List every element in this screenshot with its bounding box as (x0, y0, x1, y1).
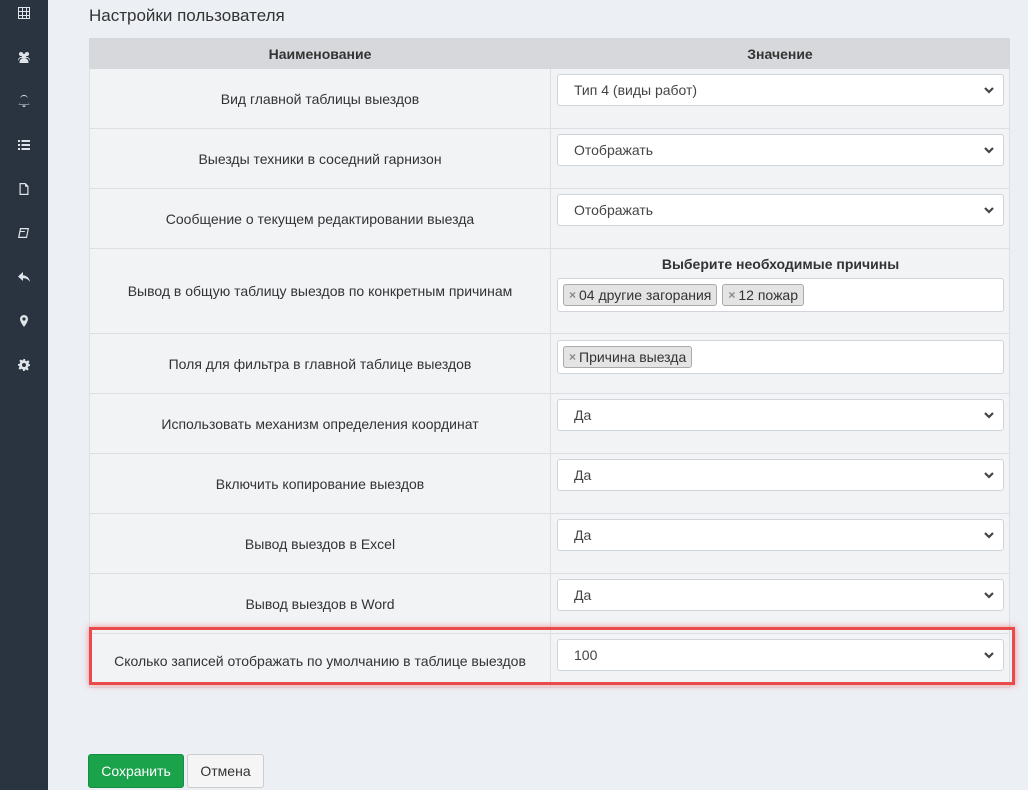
setting-label: Выезды техники в соседний гарнизон (89, 128, 551, 189)
setting-value-cell: 100 (550, 633, 1010, 688)
excel-export-select[interactable]: Да (557, 519, 1004, 551)
table-row: Включить копирование выездов Да (89, 453, 1010, 514)
copy-select[interactable]: Да (557, 459, 1004, 491)
tag-remove-icon[interactable]: × (569, 288, 576, 302)
filter-fields-multiselect[interactable]: × Причина выезда (557, 340, 1004, 374)
users-icon[interactable] (0, 46, 48, 68)
setting-value-cell: Отображать (550, 188, 1010, 249)
setting-label: Использовать механизм определения коорди… (89, 393, 551, 454)
chevron-down-icon (984, 592, 994, 599)
select-value: Да (574, 587, 592, 603)
column-header-value: Значение (550, 38, 1010, 69)
table-row: Вид главной таблицы выездов Тип 4 (виды … (89, 68, 1010, 129)
word-export-select[interactable]: Да (557, 579, 1004, 611)
tag-label: 12 пожар (738, 287, 798, 303)
select-value: Да (574, 527, 592, 543)
table-row: Выезды техники в соседний гарнизон Отобр… (89, 128, 1010, 189)
map-marker-icon[interactable] (0, 310, 48, 332)
chevron-down-icon (984, 472, 994, 479)
chevron-down-icon (984, 412, 994, 419)
tag-label: 04 другие загорания (579, 287, 712, 303)
column-header-name: Наименование (89, 38, 551, 69)
tag-remove-icon[interactable]: × (569, 350, 576, 364)
reply-icon[interactable] (0, 266, 48, 288)
setting-value-cell: × Причина выезда (550, 333, 1010, 394)
setting-label: Включить копирование выездов (89, 453, 551, 514)
chevron-down-icon (984, 207, 994, 214)
selected-tag: × 04 другие загорания (563, 284, 718, 306)
table-icon[interactable] (0, 2, 48, 24)
setting-value-cell: Да (550, 573, 1010, 634)
multiselect-title: Выберите необходимые причины (661, 256, 900, 272)
book-icon[interactable] (0, 222, 48, 244)
chevron-down-icon (984, 652, 994, 659)
table-header-row: Наименование Значение (89, 38, 1010, 69)
neighbor-garrison-select[interactable]: Отображать (557, 134, 1004, 166)
setting-value-cell: Отображать (550, 128, 1010, 189)
bell-icon[interactable] (0, 90, 48, 112)
table-row: Вывод выездов в Word Да (89, 573, 1010, 634)
settings-table: Наименование Значение Вид главной таблиц… (89, 38, 1010, 688)
page-title: Настройки пользователя (89, 6, 285, 25)
gear-icon[interactable] (0, 354, 48, 376)
table-row: Вывод выездов в Excel Да (89, 513, 1010, 574)
tag-label: Причина выезда (579, 349, 687, 365)
list-icon[interactable] (0, 134, 48, 156)
select-value: Тип 4 (виды работ) (574, 82, 698, 98)
file-icon[interactable] (0, 178, 48, 200)
sidebar (0, 0, 48, 790)
chevron-down-icon (984, 87, 994, 94)
setting-label: Сколько записей отображать по умолчанию … (89, 633, 551, 688)
reasons-multiselect[interactable]: × 04 другие загорания × 12 пожар (557, 278, 1004, 312)
setting-value-cell: Тип 4 (виды работ) (550, 68, 1010, 129)
table-row: Использовать механизм определения коорди… (89, 393, 1010, 454)
setting-label: Вид главной таблицы выездов (89, 68, 551, 129)
save-button[interactable]: Сохранить (88, 754, 184, 788)
select-value: Да (574, 467, 592, 483)
tag-remove-icon[interactable]: × (728, 288, 735, 302)
setting-label: Вывод выездов в Excel (89, 513, 551, 574)
coordinates-select[interactable]: Да (557, 399, 1004, 431)
selected-tag: × 12 пожар (722, 284, 804, 306)
setting-label: Сообщение о текущем редактировании выезд… (89, 188, 551, 249)
edit-message-select[interactable]: Отображать (557, 194, 1004, 226)
cancel-button[interactable]: Отмена (187, 754, 264, 788)
chevron-down-icon (984, 532, 994, 539)
setting-value-cell: Да (550, 453, 1010, 514)
setting-label: Вывод выездов в Word (89, 573, 551, 634)
table-row: Поля для фильтра в главной таблице выезд… (89, 333, 1010, 394)
select-value: Отображать (574, 142, 654, 158)
selected-tag: × Причина выезда (563, 346, 693, 368)
setting-value-cell: Да (550, 513, 1010, 574)
setting-value-cell: Выберите необходимые причины × 04 другие… (550, 248, 1010, 334)
select-value: Да (574, 407, 592, 423)
select-value: Отображать (574, 202, 654, 218)
records-per-page-select[interactable]: 100 (557, 639, 1004, 671)
table-row: Вывод в общую таблицу выездов по конкрет… (89, 248, 1010, 334)
setting-value-cell: Да (550, 393, 1010, 454)
main-table-type-select[interactable]: Тип 4 (виды работ) (557, 74, 1004, 106)
select-value: 100 (574, 647, 598, 663)
table-row: Сообщение о текущем редактировании выезд… (89, 188, 1010, 249)
chevron-down-icon (984, 147, 994, 154)
setting-label: Вывод в общую таблицу выездов по конкрет… (89, 248, 551, 334)
setting-label: Поля для фильтра в главной таблице выезд… (89, 333, 551, 394)
table-row: Сколько записей отображать по умолчанию … (89, 633, 1010, 688)
